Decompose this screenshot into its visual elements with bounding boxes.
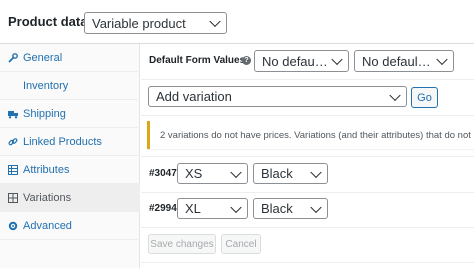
variation-id: #3047 [149, 168, 177, 179]
variation-size-select[interactable]: XL [177, 198, 248, 219]
tab-linked-products-label: Linked Products [23, 135, 102, 148]
variation-color-select[interactable]: Black [253, 198, 328, 219]
grid-icon [8, 192, 18, 203]
divider [141, 227, 474, 228]
default-form-values-label: Default Form Values: [149, 55, 249, 66]
tab-inventory[interactable]: Inventory [0, 72, 140, 100]
divider [141, 156, 474, 157]
divider [141, 192, 474, 193]
tab-advanced[interactable]: Advanced [0, 212, 140, 240]
go-button[interactable]: Go [411, 87, 438, 108]
product-type-value: Variable product [92, 15, 186, 31]
gear-icon [8, 221, 18, 231]
variation-size-select[interactable]: XS [177, 163, 248, 184]
variation-size-value: XS [185, 166, 203, 181]
cancel-button[interactable]: Cancel [221, 234, 261, 254]
tab-general[interactable]: General [0, 44, 140, 72]
variation-id: #2994 [149, 203, 177, 214]
divider [141, 262, 474, 263]
chevron-down-icon [389, 89, 401, 101]
price-warning-notice: 2 variations do not have prices. Variati… [147, 121, 474, 149]
variation-color-select[interactable]: Black [253, 163, 328, 184]
chevron-down-icon [230, 166, 242, 178]
divider [141, 79, 474, 80]
tab-advanced-label: Advanced [23, 219, 72, 232]
divider [141, 115, 474, 116]
wrench-icon [8, 52, 18, 63]
table-icon [8, 164, 18, 175]
variation-color-value: Black [261, 166, 293, 181]
product-data-header: Product data — Variable product [0, 0, 474, 44]
tab-attributes-label: Attributes [23, 163, 70, 176]
help-icon[interactable]: ? [242, 56, 251, 65]
product-type-select[interactable]: Variable product [84, 12, 227, 34]
default-color-select[interactable]: No default Color… [354, 50, 454, 72]
product-data-tabs: General Inventory Shipping Linked Produc… [0, 44, 140, 268]
link-icon [8, 137, 18, 147]
tab-linked-products[interactable]: Linked Products [0, 128, 140, 156]
clipboard-icon [8, 81, 18, 91]
tab-shipping[interactable]: Shipping [0, 100, 140, 128]
variation-size-value: XL [185, 201, 201, 216]
tab-shipping-label: Shipping [23, 107, 66, 120]
tab-variations-label: Variations [23, 191, 72, 204]
truck-icon [8, 109, 18, 119]
tab-attributes[interactable]: Attributes [0, 156, 140, 184]
chevron-down-icon [230, 201, 242, 213]
tab-general-label: General [23, 51, 63, 64]
save-changes-button[interactable]: Save changes [148, 234, 216, 254]
variation-color-value: Black [261, 201, 293, 216]
add-variation-select[interactable]: Add variation [148, 86, 407, 107]
default-size-select[interactable]: No default Size… [254, 50, 349, 72]
chevron-down-icon [209, 15, 221, 28]
tab-inventory-label: Inventory [23, 79, 69, 92]
tab-variations[interactable]: Variations [0, 184, 140, 212]
add-variation-value: Add variation [156, 89, 232, 104]
